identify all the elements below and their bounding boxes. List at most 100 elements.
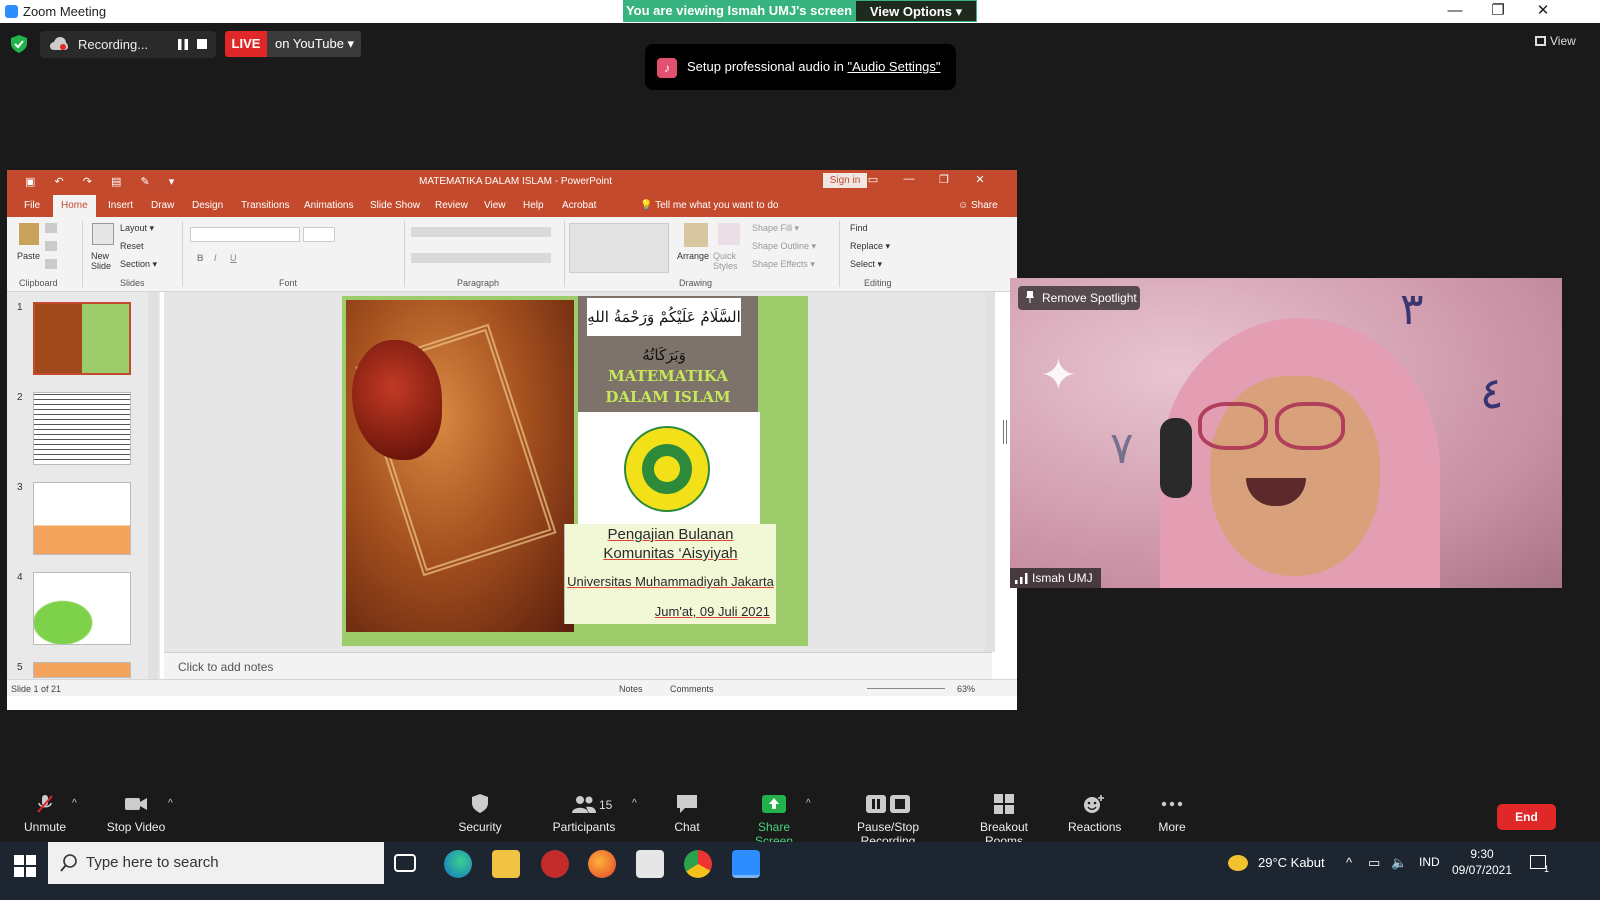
participants-options-caret[interactable]: ^	[632, 798, 642, 809]
task-view-icon[interactable]	[394, 854, 416, 872]
tell-me-search[interactable]: 💡 Tell me what you want to do	[640, 200, 778, 211]
underline-button[interactable]: U	[230, 253, 237, 263]
thumbnail-scrollbar[interactable]	[148, 292, 158, 679]
network-icon[interactable]: ▭	[1368, 855, 1380, 871]
shield-check-icon[interactable]	[11, 35, 27, 53]
view-options-button[interactable]: View Options ▾	[855, 0, 977, 22]
tab-design[interactable]: Design	[192, 200, 223, 211]
participant-video[interactable]: ✦ ٣ ٤ ٧	[1010, 278, 1562, 588]
file-explorer-icon[interactable]	[492, 850, 520, 878]
breakout-rooms-button[interactable]: Breakout Rooms	[961, 794, 1047, 848]
quick-styles-button[interactable]: Quick Styles	[713, 251, 745, 271]
tab-acrobat[interactable]: Acrobat	[562, 200, 596, 211]
restore-button[interactable]: ❐	[1478, 1, 1518, 23]
tab-draw[interactable]: Draw	[151, 200, 174, 211]
video-options-caret[interactable]: ^	[168, 798, 178, 809]
find-button[interactable]: Find	[850, 223, 868, 233]
arrange-button[interactable]: Arrange	[677, 251, 709, 261]
italic-button[interactable]: I	[214, 253, 217, 263]
notes-toggle[interactable]: Notes	[619, 684, 643, 694]
list-controls[interactable]	[411, 227, 551, 237]
bold-button[interactable]: B	[197, 253, 204, 263]
current-slide[interactable]: السَّلَامُ عَلَيْكُمْ وَرَحْمَةُ اللهِ و…	[342, 296, 808, 646]
font-family-select[interactable]	[190, 227, 300, 242]
share-screen-button[interactable]: Share Screen	[738, 794, 810, 848]
new-slide-button[interactable]: New Slide	[91, 251, 117, 271]
share-button[interactable]: ☺ Share	[958, 200, 998, 211]
arrange-icon[interactable]	[684, 223, 708, 247]
tab-insert[interactable]: Insert	[108, 200, 133, 211]
notes-pane[interactable]: Click to add notes	[164, 652, 992, 679]
slide-thumbnail-4[interactable]	[33, 572, 131, 645]
cut-icon[interactable]	[45, 223, 57, 233]
shape-effects-button[interactable]: Shape Effects ▾	[752, 259, 815, 270]
tab-home[interactable]: Home	[53, 195, 96, 217]
layout-button[interactable]: Layout ▾	[120, 223, 154, 234]
select-button[interactable]: Select ▾	[850, 259, 882, 270]
alignment-controls[interactable]	[411, 253, 551, 263]
slide-thumbnail-1[interactable]	[33, 302, 131, 375]
weather-text[interactable]: 29°C Kabut	[1258, 855, 1325, 870]
chat-button[interactable]: Chat	[670, 794, 704, 834]
comments-toggle[interactable]: Comments	[670, 684, 714, 694]
section-button[interactable]: Section ▾	[120, 259, 157, 270]
microsoft-store-icon[interactable]	[636, 850, 664, 878]
new-slide-icon[interactable]	[92, 223, 114, 245]
stop-video-button[interactable]: Stop Video	[104, 794, 168, 834]
reset-button[interactable]: Reset	[120, 241, 144, 251]
tab-transitions[interactable]: Transitions	[241, 200, 290, 211]
ppt-restore-button[interactable]: ❐	[931, 173, 957, 186]
zoom-level[interactable]: 63%	[957, 684, 975, 694]
tab-review[interactable]: Review	[435, 200, 468, 211]
zoom-slider[interactable]	[867, 688, 945, 689]
view-splitter-handle[interactable]	[1003, 420, 1007, 444]
ppt-minimize-button[interactable]: —	[896, 173, 922, 185]
more-button[interactable]: More	[1154, 794, 1190, 834]
quick-access-toolbar[interactable]: ▣ ↶ ↷ ▤ ✎ ▾	[25, 175, 182, 188]
shape-fill-button[interactable]: Shape Fill ▾	[752, 223, 799, 234]
font-size-select[interactable]	[303, 227, 335, 242]
input-language[interactable]: IND	[1419, 855, 1440, 869]
paste-icon[interactable]	[19, 223, 39, 245]
slide-thumbnail-5[interactable]	[33, 662, 131, 678]
slide-scrollbar[interactable]	[985, 292, 995, 652]
tray-chevron-icon[interactable]: ^	[1346, 855, 1352, 870]
windows-start-icon[interactable]	[14, 855, 36, 877]
security-button[interactable]: Security	[457, 794, 503, 834]
audio-settings-link[interactable]: "Audio Settings"	[847, 59, 940, 74]
tab-animations[interactable]: Animations	[304, 200, 353, 211]
edge-browser-icon[interactable]	[444, 850, 472, 878]
app-red-icon[interactable]	[541, 850, 569, 878]
firefox-icon[interactable]	[588, 850, 616, 878]
audio-options-caret[interactable]: ^	[72, 798, 82, 809]
copy-icon[interactable]	[45, 241, 57, 251]
pause-stop-recording-button[interactable]: Pause/Stop Recording	[830, 794, 946, 848]
slide-thumbnail-3[interactable]	[33, 482, 131, 555]
paste-button[interactable]: Paste	[17, 251, 40, 261]
volume-icon[interactable]: 🔈	[1391, 855, 1407, 871]
minimize-button[interactable]: —	[1435, 1, 1475, 23]
shape-outline-button[interactable]: Shape Outline ▾	[752, 241, 816, 252]
quick-styles-icon[interactable]	[718, 223, 740, 245]
shapes-gallery[interactable]	[569, 223, 669, 273]
live-target-dropdown[interactable]: on YouTube ▾	[267, 31, 361, 57]
ppt-close-button[interactable]: ✕	[967, 173, 993, 186]
tab-view[interactable]: View	[484, 200, 506, 211]
unmute-button[interactable]: Unmute	[22, 794, 68, 834]
tab-slide-show[interactable]: Slide Show	[370, 200, 420, 211]
remove-spotlight-button[interactable]: Remove Spotlight	[1018, 286, 1140, 310]
chrome-icon[interactable]	[684, 850, 712, 878]
pause-recording-icon[interactable]	[178, 39, 188, 50]
close-button[interactable]: ✕	[1523, 1, 1563, 23]
view-layout-button[interactable]: View	[1535, 34, 1576, 48]
replace-button[interactable]: Replace ▾	[850, 241, 890, 252]
format-painter-icon[interactable]	[45, 259, 57, 269]
reactions-button[interactable]: Reactions	[1068, 794, 1121, 834]
tab-file[interactable]: File	[24, 200, 40, 211]
end-meeting-button[interactable]: End	[1497, 804, 1556, 830]
share-options-caret[interactable]: ^	[806, 798, 816, 809]
zoom-taskbar-icon[interactable]	[732, 850, 760, 878]
stop-recording-icon[interactable]	[197, 39, 207, 49]
ribbon-display-icon[interactable]: ▭	[860, 173, 886, 186]
tab-help[interactable]: Help	[523, 200, 544, 211]
